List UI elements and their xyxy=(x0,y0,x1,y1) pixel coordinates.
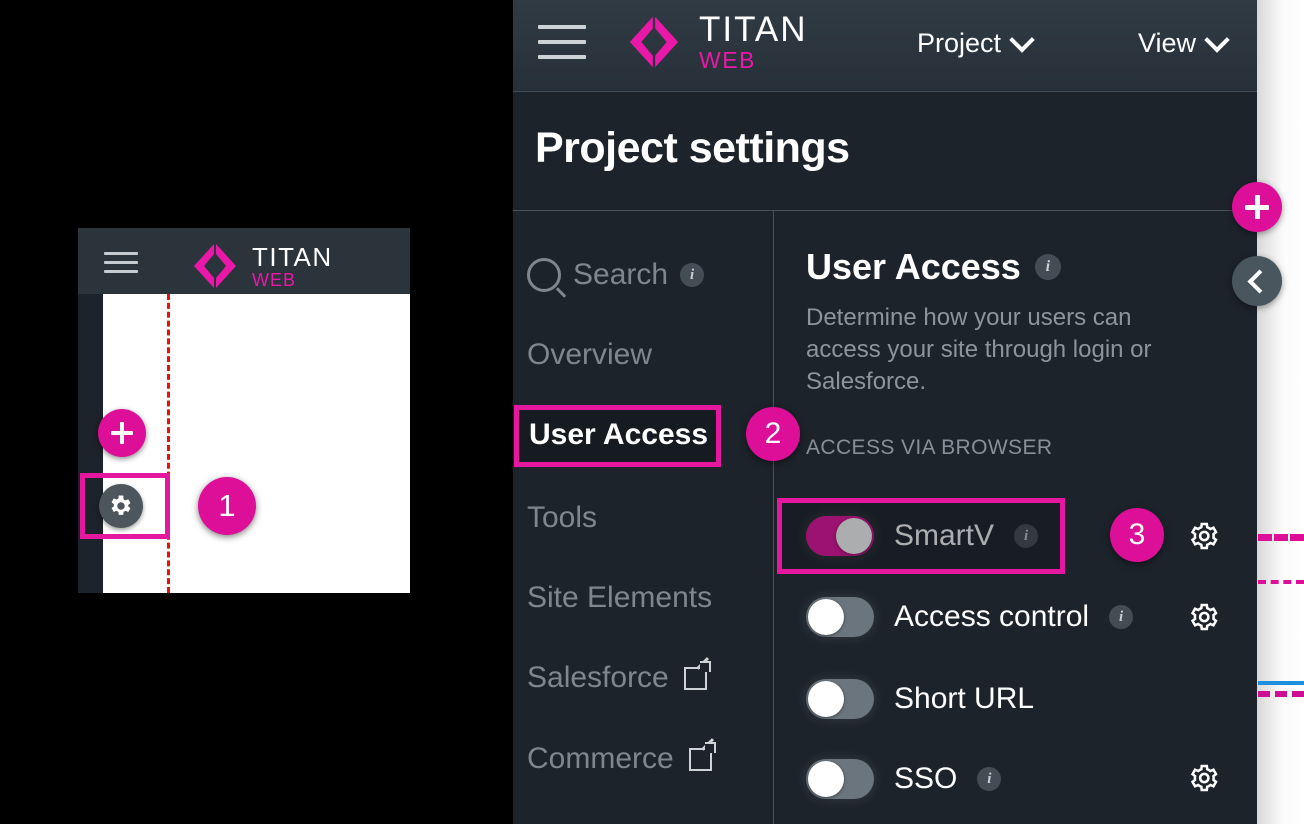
gear-icon xyxy=(1190,603,1218,631)
gear-icon xyxy=(1190,764,1218,792)
mini-brand-name: TITAN xyxy=(252,241,333,272)
sidebar-item-salesforce[interactable]: Salesforce xyxy=(527,660,711,695)
mini-preview-settings-gear-button[interactable] xyxy=(99,484,143,528)
info-icon[interactable]: i xyxy=(1034,254,1061,280)
brand-name: TITAN xyxy=(699,10,808,49)
mini-preview-add-button[interactable] xyxy=(98,409,146,457)
sso-settings-gear-button[interactable] xyxy=(1188,762,1220,794)
sidebar-item-label: Tools xyxy=(527,501,598,534)
sidebar-item-site-elements[interactable]: Site Elements xyxy=(527,581,712,615)
sso-toggle[interactable] xyxy=(806,759,874,799)
menu-project[interactable]: Project xyxy=(917,26,1035,59)
chevron-down-icon xyxy=(1204,26,1230,53)
canvas-guide-blue xyxy=(1258,681,1304,685)
mini-preview-header: TITAN WEB xyxy=(78,228,410,295)
user-access-panel: User Access i Determine how your users c… xyxy=(806,246,1246,460)
toggle-label: SSO xyxy=(894,762,958,795)
info-icon[interactable]: i xyxy=(1109,605,1134,629)
hamburger-menu-icon[interactable] xyxy=(104,252,138,273)
canvas-guide-dashed-3 xyxy=(1258,691,1304,697)
section-heading-label: User Access xyxy=(806,246,1021,287)
sidebar-item-label: Site Elements xyxy=(527,581,713,614)
titan-diamond-logo xyxy=(194,244,236,288)
sidebar-item-overview[interactable]: Overview xyxy=(527,338,652,372)
mini-brand-sub: WEB xyxy=(252,269,297,290)
menu-view-label: View xyxy=(1138,28,1197,58)
section-label-access-via-browser: ACCESS VIA BROWSER xyxy=(806,435,1053,459)
short-url-toggle[interactable] xyxy=(806,679,874,719)
settings-nav: Search i Overview User Access Tools Site… xyxy=(513,211,773,824)
sidebar-item-label: Search xyxy=(573,258,669,291)
titan-diamond-logo xyxy=(629,16,679,68)
annotation-badge-1: 1 xyxy=(198,477,256,535)
brand-sub: WEB xyxy=(699,47,756,73)
mini-preview-brand: TITAN WEB xyxy=(188,242,333,290)
external-link-icon xyxy=(683,660,711,690)
divider-vertical xyxy=(773,211,774,824)
menu-view[interactable]: View xyxy=(1138,26,1230,59)
page-canvas-right-edge xyxy=(1257,0,1304,824)
add-button[interactable] xyxy=(1232,182,1282,232)
sidebar-item-commerce[interactable]: Commerce xyxy=(527,741,716,776)
gear-icon xyxy=(1190,522,1218,550)
sidebar-item-tools[interactable]: Tools xyxy=(527,501,597,535)
screenshot-root: TITAN WEB 1 TITAN WEB Project View Proje… xyxy=(0,0,1304,824)
sidebar-item-label: Commerce xyxy=(527,742,674,775)
menu-project-label: Project xyxy=(917,28,1002,58)
highlight-box-smartv xyxy=(777,498,1065,574)
external-link-icon xyxy=(688,741,716,771)
annotation-badge-2: 2 xyxy=(746,407,800,461)
section-description: Determine how your users can access your… xyxy=(806,304,1152,395)
hamburger-menu-icon[interactable] xyxy=(538,25,586,65)
chevron-down-icon xyxy=(1009,26,1035,53)
sidebar-item-user-access[interactable]: User Access xyxy=(529,418,708,452)
chevron-left-icon xyxy=(1247,268,1272,294)
page-title: Project settings xyxy=(535,124,850,172)
info-icon[interactable]: i xyxy=(977,767,1002,791)
access-control-toggle[interactable] xyxy=(806,597,874,637)
canvas-guide-dashed-2 xyxy=(1258,580,1304,584)
canvas-guide-dashed-1 xyxy=(1258,534,1304,541)
toggle-row-sso: SSO i xyxy=(806,756,1002,802)
section-heading: User Access i xyxy=(806,246,1246,288)
info-icon[interactable]: i xyxy=(680,263,705,287)
app-topbar: TITAN WEB Project View xyxy=(513,0,1257,92)
app-brand: TITAN WEB xyxy=(623,12,808,72)
toggle-row-short-url: Short URL xyxy=(806,676,1034,722)
smartv-settings-gear-button[interactable] xyxy=(1188,520,1220,552)
annotation-badge-3: 3 xyxy=(1110,508,1164,562)
sidebar-item-label: User Access xyxy=(529,418,709,451)
left-canvas: TITAN WEB 1 xyxy=(0,0,513,824)
collapse-panel-button[interactable] xyxy=(1232,256,1282,306)
gear-icon xyxy=(111,495,131,515)
toggle-row-access-control: Access control i xyxy=(806,594,1134,640)
sidebar-item-label: Overview xyxy=(527,338,653,371)
sidebar-item-label: Salesforce xyxy=(527,661,669,694)
toggle-label: Access control xyxy=(894,600,1090,633)
access-control-settings-gear-button[interactable] xyxy=(1188,601,1220,633)
search-icon xyxy=(527,258,561,292)
toggle-label: Short URL xyxy=(894,682,1035,715)
mini-preview-guide-line xyxy=(167,294,170,593)
mini-preview-sidebar xyxy=(78,294,103,593)
sidebar-item-search[interactable]: Search i xyxy=(527,258,705,292)
